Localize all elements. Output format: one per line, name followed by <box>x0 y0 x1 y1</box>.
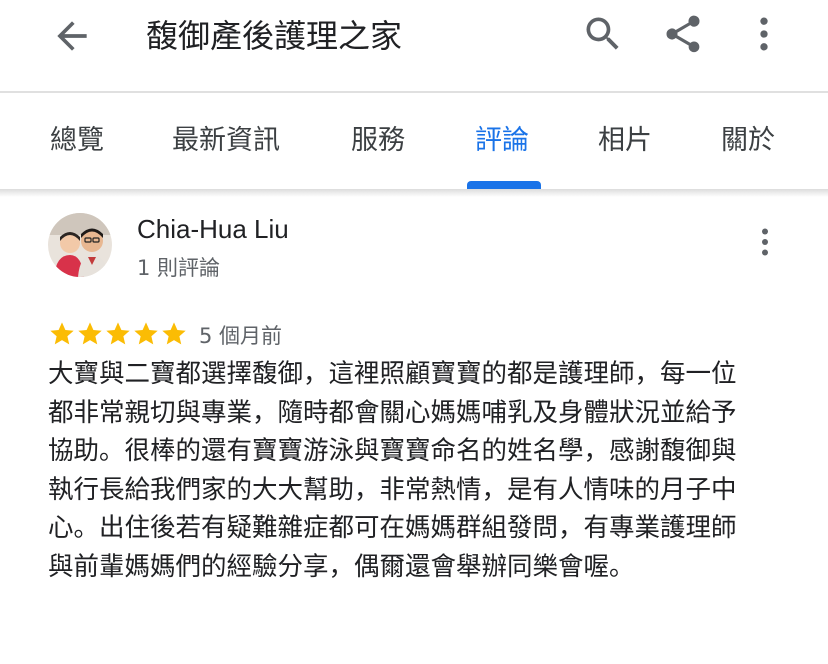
share-icon <box>666 15 700 53</box>
search-button[interactable] <box>581 12 625 56</box>
app-bar: 馥御產後護理之家 <box>0 0 828 90</box>
more-vert-icon <box>760 17 768 51</box>
arrow-left-icon <box>57 21 87 51</box>
more-options-button[interactable] <box>742 12 786 56</box>
review-more-button[interactable] <box>745 222 785 262</box>
tab-overview[interactable]: 總覽 <box>50 123 104 159</box>
star-icon <box>162 322 186 345</box>
active-tab-indicator <box>467 181 541 189</box>
avatar[interactable] <box>48 213 112 277</box>
page-title: 馥御產後護理之家 <box>146 17 403 55</box>
tab-photos[interactable]: 相片 <box>598 123 652 159</box>
back-button[interactable] <box>50 14 94 58</box>
star-rating <box>48 319 188 351</box>
star-icon <box>106 322 130 345</box>
star-icon <box>78 322 102 345</box>
tab-bar: 總覽 最新資訊 服務 評論 相片 關於 <box>0 93 828 189</box>
tab-about[interactable]: 關於 <box>721 123 775 159</box>
review-author-name[interactable]: Chia-Hua Liu <box>137 212 289 246</box>
more-vert-icon <box>762 228 768 256</box>
tab-bar-shadow <box>0 189 828 197</box>
star-icon <box>134 322 158 345</box>
star-icon <box>50 322 74 345</box>
share-button[interactable] <box>661 12 705 56</box>
tab-latest-news[interactable]: 最新資訊 <box>172 123 280 159</box>
review-author-meta: 1 則評論 <box>137 256 221 280</box>
tab-reviews[interactable]: 評論 <box>475 123 529 159</box>
tab-services[interactable]: 服務 <box>351 123 405 159</box>
search-icon <box>586 17 619 50</box>
review-time: 5 個月前 <box>199 324 283 348</box>
review-text: 大寶與二寶都選擇馥御，這裡照顧寶寶的都是護理師，每一位都非常親切與專業，隨時都會… <box>48 359 737 582</box>
